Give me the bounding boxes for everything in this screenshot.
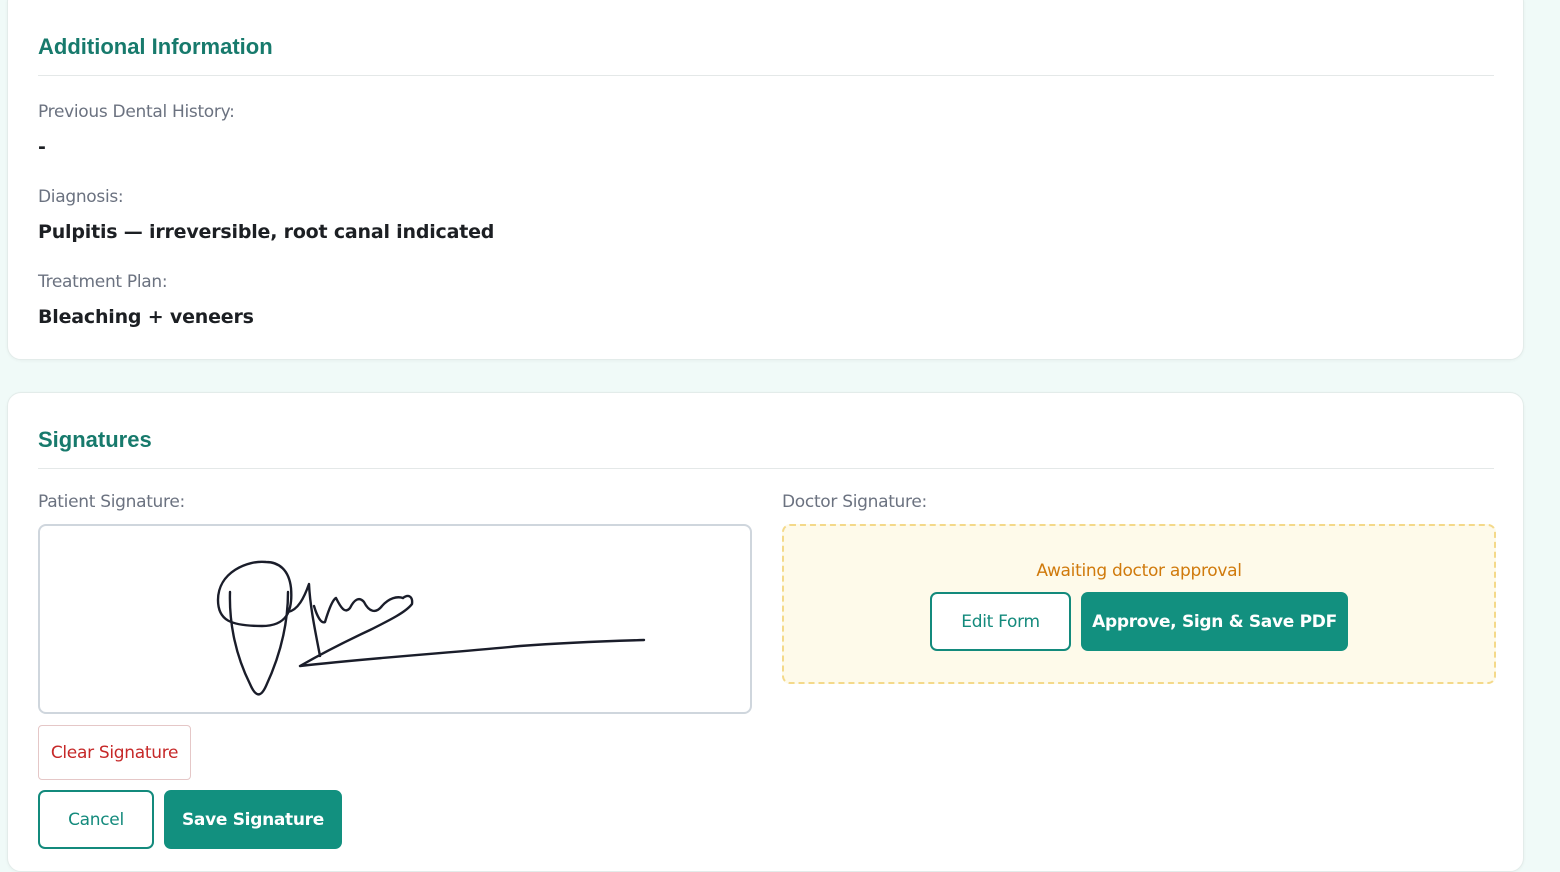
signatures-title: Signatures [38, 427, 152, 452]
treatment-plan-label: Treatment Plan: [38, 272, 168, 292]
signatures-card: Signatures Patient Signature: Doctor Sig… [7, 392, 1524, 872]
edit-form-button[interactable]: Edit Form [930, 592, 1071, 651]
additional-information-title: Additional Information [38, 34, 273, 59]
patient-signature-pad[interactable] [38, 524, 752, 714]
section-divider [38, 75, 1494, 76]
previous-dental-history-value: - [38, 136, 46, 158]
doctor-approval-panel: Awaiting doctor approval Edit Form Appro… [782, 524, 1496, 684]
diagnosis-value: Pulpitis — irreversible, root canal indi… [38, 221, 495, 243]
doctor-signature-label: Doctor Signature: [782, 492, 927, 512]
save-signature-button[interactable]: Save Signature [164, 790, 342, 849]
treatment-plan-value: Bleaching + veneers [38, 306, 254, 328]
approval-status-text: Awaiting doctor approval [1036, 561, 1242, 581]
diagnosis-label: Diagnosis: [38, 187, 124, 207]
patient-signature-drawing [216, 560, 646, 696]
patient-signature-label: Patient Signature: [38, 492, 185, 512]
previous-dental-history-label: Previous Dental History: [38, 102, 235, 122]
cancel-button[interactable]: Cancel [38, 790, 154, 849]
approve-sign-save-pdf-button[interactable]: Approve, Sign & Save PDF [1081, 592, 1348, 651]
clear-signature-button[interactable]: Clear Signature [38, 725, 191, 780]
additional-information-card: Additional Information Previous Dental H… [7, 0, 1524, 360]
section-divider [38, 468, 1494, 469]
